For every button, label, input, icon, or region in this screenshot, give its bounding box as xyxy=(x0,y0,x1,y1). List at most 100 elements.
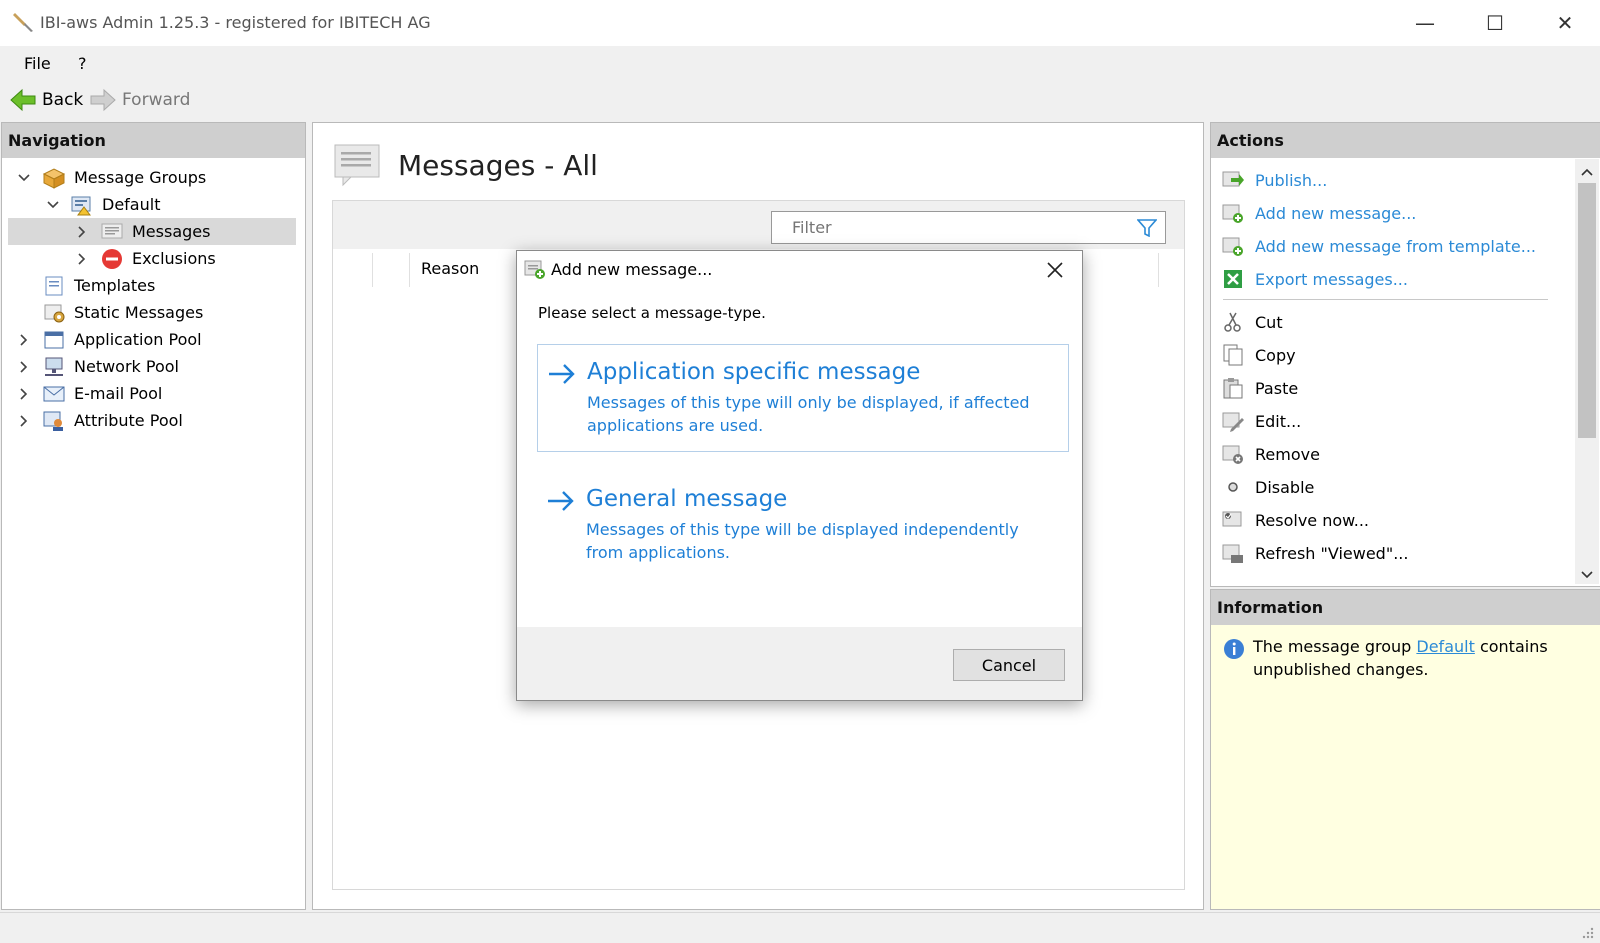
option-title: General message xyxy=(586,486,788,512)
filter-input[interactable] xyxy=(790,217,1114,238)
chevron-right-icon[interactable] xyxy=(16,359,32,375)
action-paste[interactable]: Paste xyxy=(1221,373,1298,403)
resize-grip-icon[interactable] xyxy=(1580,925,1594,939)
action-add-from-template[interactable]: Add new message from template... xyxy=(1221,231,1536,261)
action-label: Remove xyxy=(1255,444,1320,464)
forward-arrow-icon xyxy=(90,88,116,112)
tree-item-label: Message Groups xyxy=(74,168,207,187)
chevron-right-icon[interactable] xyxy=(16,332,32,348)
chevron-down-icon[interactable] xyxy=(45,197,61,213)
scissors-icon xyxy=(1224,312,1241,332)
information-text: The message group Default contains unpub… xyxy=(1253,635,1583,681)
messages-header-icon xyxy=(334,144,380,187)
chevron-down-icon[interactable] xyxy=(16,170,32,186)
info-text-before: The message group xyxy=(1253,637,1417,656)
filter-icon[interactable] xyxy=(1137,219,1157,237)
close-button[interactable]: ✕ xyxy=(1530,0,1600,46)
minimize-icon: — xyxy=(1415,11,1435,35)
action-refresh-viewed[interactable]: Refresh "Viewed"... xyxy=(1221,538,1408,568)
copy-icon xyxy=(1223,344,1243,366)
general-message-option[interactable]: General message Messages of this type wi… xyxy=(537,474,1067,580)
back-button[interactable]: Back xyxy=(10,88,83,112)
remove-icon xyxy=(1222,445,1243,464)
action-copy[interactable]: Copy xyxy=(1221,340,1296,370)
action-remove[interactable]: Remove xyxy=(1221,439,1320,469)
network-pool-icon xyxy=(45,357,63,376)
action-label: Disable xyxy=(1255,477,1315,497)
paste-icon xyxy=(1223,378,1243,399)
action-disable[interactable]: Disable xyxy=(1221,472,1314,502)
action-add-new-message[interactable]: Add new message... xyxy=(1221,198,1416,228)
dialog-close-button[interactable] xyxy=(1037,255,1073,285)
chevron-right-icon[interactable] xyxy=(74,251,90,267)
exclusions-icon xyxy=(102,248,122,269)
scroll-down-arrow-icon[interactable] xyxy=(1581,565,1593,583)
menu-file[interactable]: File xyxy=(24,54,51,73)
scroll-thumb[interactable] xyxy=(1578,183,1596,438)
action-label: Add new message from template... xyxy=(1255,236,1537,256)
action-edit[interactable]: Edit... xyxy=(1221,406,1301,436)
information-panel: Information The message group Default co… xyxy=(1210,589,1600,910)
action-label: Export messages... xyxy=(1255,269,1408,289)
forward-label: Forward xyxy=(122,90,191,110)
action-label: Publish... xyxy=(1255,170,1328,190)
action-publish[interactable]: Publish... xyxy=(1221,165,1327,195)
tree-item-label: Network Pool xyxy=(74,357,179,376)
tree-item-email-pool[interactable]: E-mail Pool xyxy=(8,380,302,407)
column-divider xyxy=(372,253,373,287)
close-icon: ✕ xyxy=(1556,11,1574,35)
action-label: Cut xyxy=(1255,312,1283,332)
forward-button[interactable]: Forward xyxy=(90,88,190,112)
option-title: Application specific message xyxy=(587,359,921,385)
cancel-button[interactable]: Cancel xyxy=(953,649,1065,681)
tree-item-label: Default xyxy=(102,195,161,214)
tree-item-messages[interactable]: Messages xyxy=(8,218,296,245)
tree-item-network-pool[interactable]: Network Pool xyxy=(8,353,302,380)
action-label: Paste xyxy=(1255,378,1299,398)
close-icon xyxy=(1047,262,1063,278)
action-label: Add new message... xyxy=(1255,203,1417,223)
tree-item-static-messages[interactable]: Static Messages xyxy=(8,299,302,326)
tree-item-default[interactable]: Default xyxy=(8,191,302,218)
action-label: Resolve now... xyxy=(1255,510,1370,530)
action-export-messages[interactable]: Export messages... xyxy=(1221,264,1408,294)
scroll-up-arrow-icon[interactable] xyxy=(1581,165,1593,179)
filter-box[interactable] xyxy=(771,211,1166,244)
actions-scrollbar[interactable] xyxy=(1575,159,1599,584)
column-divider xyxy=(409,253,410,287)
application-specific-option[interactable]: Application specific message Messages of… xyxy=(537,344,1069,452)
chevron-right-icon[interactable] xyxy=(74,224,90,240)
action-label: Refresh "Viewed"... xyxy=(1255,543,1409,563)
minimize-button[interactable]: — xyxy=(1390,0,1460,46)
action-cut[interactable]: Cut xyxy=(1221,307,1283,337)
publish-icon xyxy=(1222,171,1244,187)
option-description: Messages of this type will only be displ… xyxy=(587,393,1030,435)
tree-item-application-pool[interactable]: Application Pool xyxy=(8,326,302,353)
chevron-right-icon[interactable] xyxy=(16,413,32,429)
tree-item-templates[interactable]: Templates xyxy=(8,272,302,299)
maximize-icon: ☐ xyxy=(1486,11,1504,35)
page-title: Messages - All xyxy=(398,149,598,182)
information-header: Information xyxy=(1211,590,1600,625)
info-icon xyxy=(1224,639,1244,659)
column-header-reason[interactable]: Reason xyxy=(421,259,479,278)
arrow-right-icon xyxy=(548,491,574,511)
action-resolve-now[interactable]: Resolve now... xyxy=(1221,505,1369,535)
tree-item-attribute-pool[interactable]: Attribute Pool xyxy=(8,407,302,434)
static-messages-icon xyxy=(44,304,65,322)
back-arrow-icon xyxy=(10,88,36,112)
tree-item-label: Messages xyxy=(132,222,211,241)
add-message-icon xyxy=(524,260,545,279)
dialog-prompt: Please select a message-type. xyxy=(538,304,766,322)
menu-help[interactable]: ? xyxy=(78,54,87,73)
chevron-right-icon[interactable] xyxy=(16,386,32,402)
tree-item-exclusions[interactable]: Exclusions xyxy=(8,245,302,272)
tree-item-label: E-mail Pool xyxy=(74,384,163,403)
tree-item-label: Static Messages xyxy=(74,303,204,322)
dialog-title: Add new message... xyxy=(551,260,713,279)
action-label: Copy xyxy=(1255,345,1296,365)
tree-item-message-groups[interactable]: Message Groups xyxy=(8,164,302,191)
actions-header: Actions xyxy=(1211,123,1600,158)
maximize-button[interactable]: ☐ xyxy=(1460,0,1530,46)
default-group-link[interactable]: Default xyxy=(1416,637,1474,656)
